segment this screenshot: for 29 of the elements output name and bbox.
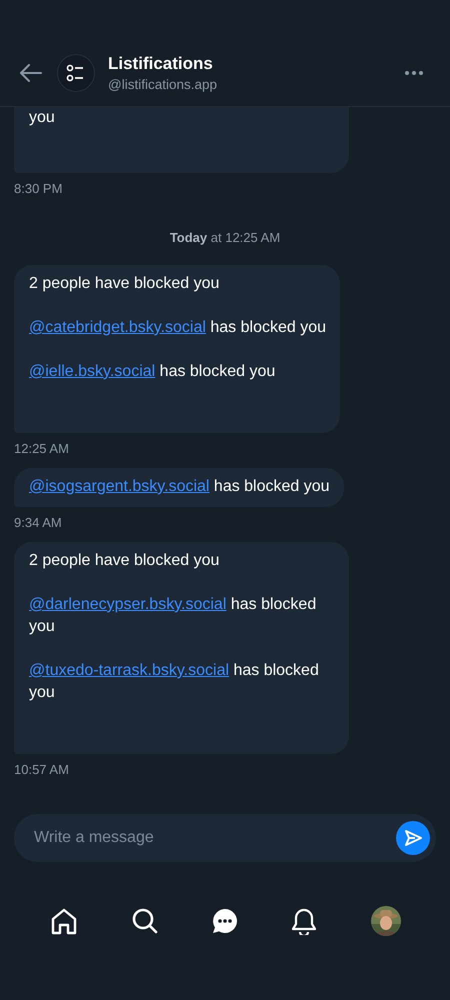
message-time: 9:34 AM — [14, 515, 62, 530]
profile-link[interactable]: @darlenecypser.bsky.social — [29, 596, 226, 613]
message-time: 8:30 PM — [14, 181, 62, 196]
profile-link[interactable]: @catebridget.bsky.social — [29, 319, 206, 336]
message-text: @catebridget.bsky.social has blocked you — [29, 318, 326, 338]
back-arrow-icon[interactable] — [20, 64, 42, 82]
message-text: @isogsargent.bsky.social has blocked you — [29, 477, 330, 497]
search-icon[interactable] — [132, 908, 158, 934]
chat-title: Listifications — [108, 54, 214, 74]
message-text: 2 people have blocked you — [29, 274, 220, 294]
message-text: 2 people have blocked you — [29, 551, 220, 571]
date-separator: Today at 12:25 AM — [170, 230, 280, 245]
message-text: @tuxedo-tarrask.bsky.social has blocked you — [29, 661, 320, 703]
message-text: you — [29, 108, 56, 128]
message-time: 12:25 AM — [14, 441, 69, 456]
send-icon — [403, 828, 423, 848]
message-text: @ielle.bsky.social has blocked you — [29, 362, 276, 382]
message-text: @darlenecypser.bsky.social has blocked you — [29, 595, 318, 637]
profile-link[interactable]: @isogsargent.bsky.social — [29, 478, 210, 495]
message-time: 10:57 AM — [14, 762, 69, 777]
message-field[interactable]: Write a message — [14, 814, 436, 862]
notifications-icon[interactable] — [292, 908, 316, 934]
home-icon[interactable] — [51, 908, 78, 934]
profile-link[interactable]: @tuxedo-tarrask.bsky.social — [29, 662, 230, 679]
chat-handle: @listifications.app — [108, 77, 218, 92]
more-options-icon[interactable] — [404, 70, 424, 76]
chat-icon[interactable] — [212, 908, 238, 934]
profile-link[interactable]: @ielle.bsky.social — [29, 363, 156, 380]
list-avatar-icon — [57, 54, 95, 92]
